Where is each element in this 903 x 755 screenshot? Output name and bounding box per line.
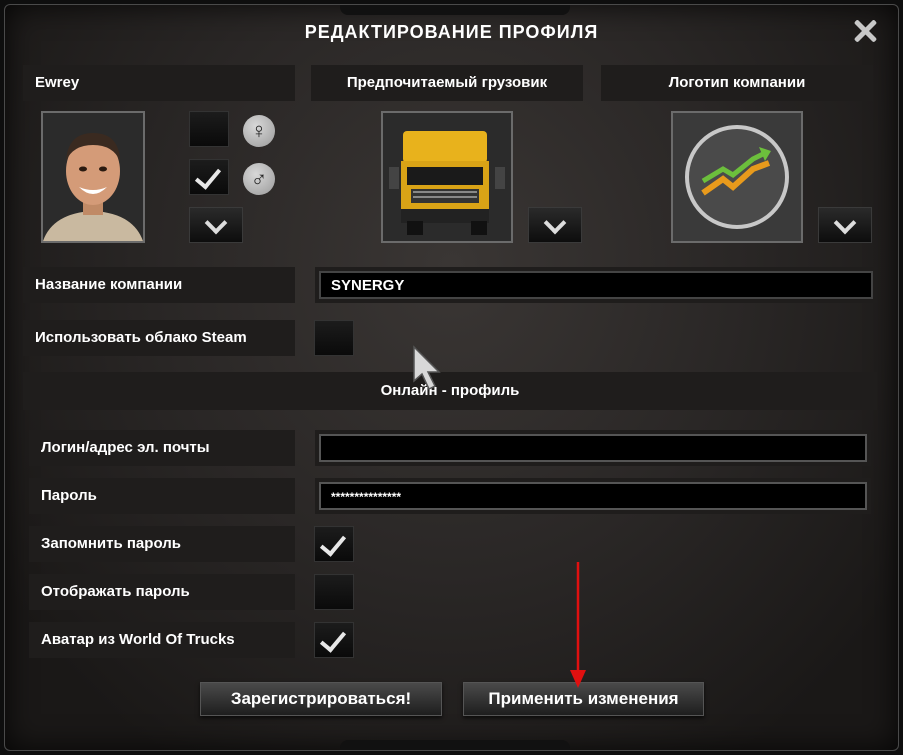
show-password-checkbox[interactable]: [314, 574, 354, 610]
company-name-input[interactable]: SYNERGY: [319, 271, 873, 299]
remember-password-checkbox[interactable]: [314, 526, 354, 562]
show-password-label: Отображать пароль: [29, 574, 295, 610]
steam-cloud-label: Использовать облако Steam: [23, 320, 295, 356]
truck-dropdown-button[interactable]: [528, 207, 582, 243]
logo-dropdown-button[interactable]: [818, 207, 872, 243]
logo-header: Логотип компании: [601, 65, 873, 101]
company-name-container: SYNERGY: [315, 267, 877, 303]
mouse-cursor-icon: [413, 345, 441, 391]
profile-name-header: Ewrey: [23, 65, 295, 101]
register-button[interactable]: Зарегистрироваться!: [200, 682, 442, 716]
female-checkbox[interactable]: [189, 111, 229, 147]
edit-profile-dialog: РЕДАКТИРОВАНИЕ ПРОФИЛЯ Ewrey Предпочитае…: [4, 4, 899, 751]
wot-avatar-label: Аватар из World Of Trucks: [29, 622, 295, 658]
login-container: [315, 430, 871, 466]
remember-password-label: Запомнить пароль: [29, 526, 295, 562]
wot-avatar-checkbox[interactable]: [314, 622, 354, 658]
login-label: Логин/адрес эл. почты: [29, 430, 295, 466]
female-icon: ♀: [243, 115, 275, 147]
chart-logo-icon: [673, 113, 801, 241]
steam-cloud-checkbox[interactable]: [314, 320, 354, 356]
password-label: Пароль: [29, 478, 295, 514]
online-profile-header: Онлайн - профиль: [23, 372, 877, 410]
company-name-label: Название компании: [23, 267, 295, 303]
truck-picture[interactable]: [381, 111, 513, 243]
avatar-face-icon: [43, 113, 143, 241]
truck-icon: [383, 113, 511, 241]
close-icon[interactable]: [852, 18, 878, 44]
title-tab-decoration: [340, 5, 570, 15]
password-input[interactable]: ***************: [319, 482, 867, 510]
annotation-arrow-icon: [570, 562, 586, 688]
male-icon: ♂: [243, 163, 275, 195]
avatar-picture[interactable]: [41, 111, 145, 243]
bottom-tab-decoration: [340, 740, 570, 750]
password-container: ***************: [315, 478, 871, 514]
login-input[interactable]: [319, 434, 867, 462]
dialog-title: РЕДАКТИРОВАНИЕ ПРОФИЛЯ: [304, 22, 599, 42]
avatar-dropdown-button[interactable]: [189, 207, 243, 243]
company-logo-picture[interactable]: [671, 111, 803, 243]
truck-header: Предпочитаемый грузовик: [311, 65, 583, 101]
male-checkbox[interactable]: [189, 159, 229, 195]
